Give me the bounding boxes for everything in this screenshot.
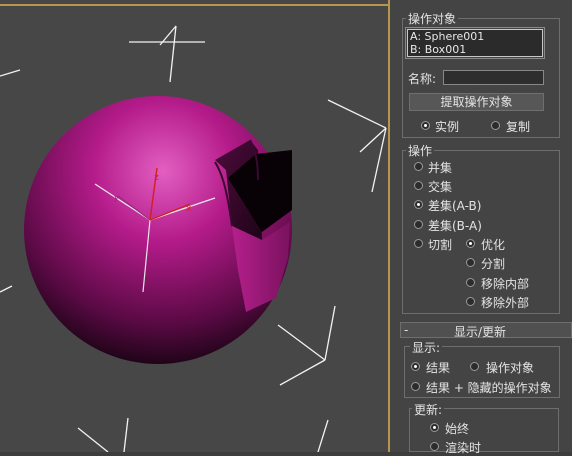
instance-radio[interactable] [421, 121, 430, 130]
cut-radio[interactable] [414, 239, 423, 248]
intersection-radio[interactable] [414, 181, 423, 190]
display-operands-radio[interactable] [470, 362, 479, 371]
operands-group-title: 操作对象 [406, 10, 459, 27]
rollout-title: 显示/更新 [454, 325, 507, 339]
split-radio[interactable] [466, 258, 475, 267]
display-group-title: 显示: [410, 339, 443, 356]
rollout-collapse-toggle[interactable]: - [404, 323, 408, 337]
viewport-scene: z x y [0, 25, 387, 452]
perspective-viewport[interactable]: z x y [0, 0, 390, 452]
subtract-b-a-radio[interactable] [414, 220, 423, 229]
update-on-render-radio[interactable] [430, 442, 439, 451]
remove-outside-label: 移除外部 [481, 296, 530, 310]
copy-radio[interactable] [491, 121, 500, 130]
operand-item-a[interactable]: A: Sphere001 [408, 30, 542, 43]
split-label: 分割 [481, 257, 506, 271]
display-result-label: 结果 [426, 361, 451, 375]
intersection-label: 交集 [428, 180, 453, 194]
copy-label: 复制 [506, 120, 531, 134]
subtract-b-a-label: 差集(B-A) [428, 219, 482, 233]
svg-text:y: y [114, 193, 119, 202]
display-result-radio[interactable] [411, 362, 420, 371]
subtract-a-b-radio[interactable] [414, 200, 423, 209]
update-on-render-label: 渲染时 [445, 441, 482, 455]
display-update-rollout-header[interactable]: - 显示/更新 [400, 322, 572, 339]
pick-operand-button[interactable]: 提取操作对象 [409, 93, 544, 111]
update-always-label: 始终 [445, 422, 470, 436]
cut-label: 切割 [428, 238, 453, 252]
remove-inside-radio[interactable] [466, 278, 475, 287]
name-field[interactable] [443, 70, 544, 85]
operation-group-title: 操作 [406, 142, 435, 159]
operand-item-b[interactable]: B: Box001 [408, 43, 542, 56]
instance-label: 实例 [435, 120, 460, 134]
union-radio[interactable] [414, 162, 423, 171]
remove-inside-label: 移除内部 [481, 277, 530, 291]
operands-list[interactable]: A: Sphere001 B: Box001 [405, 27, 545, 59]
remove-outside-radio[interactable] [466, 297, 475, 306]
update-group-title: 更新: [412, 401, 445, 418]
svg-text:x: x [186, 204, 192, 214]
union-label: 并集 [428, 161, 453, 175]
display-result-hidden-label: 结果 + 隐藏的操作对象 [426, 381, 552, 395]
subtract-a-b-label: 差集(A-B) [428, 199, 482, 213]
name-label: 名称: [408, 72, 437, 86]
refine-label: 优化 [481, 238, 506, 252]
update-always-radio[interactable] [430, 423, 439, 432]
display-operands-label: 操作对象 [486, 361, 535, 375]
svg-text:z: z [154, 173, 159, 183]
command-panel: 操作对象 A: Sphere001 B: Box001 名称: 提取操作对象 实… [390, 0, 572, 455]
refine-radio[interactable] [466, 239, 475, 248]
display-result-hidden-radio[interactable] [411, 382, 420, 391]
boolean-sphere-object[interactable] [24, 96, 292, 364]
